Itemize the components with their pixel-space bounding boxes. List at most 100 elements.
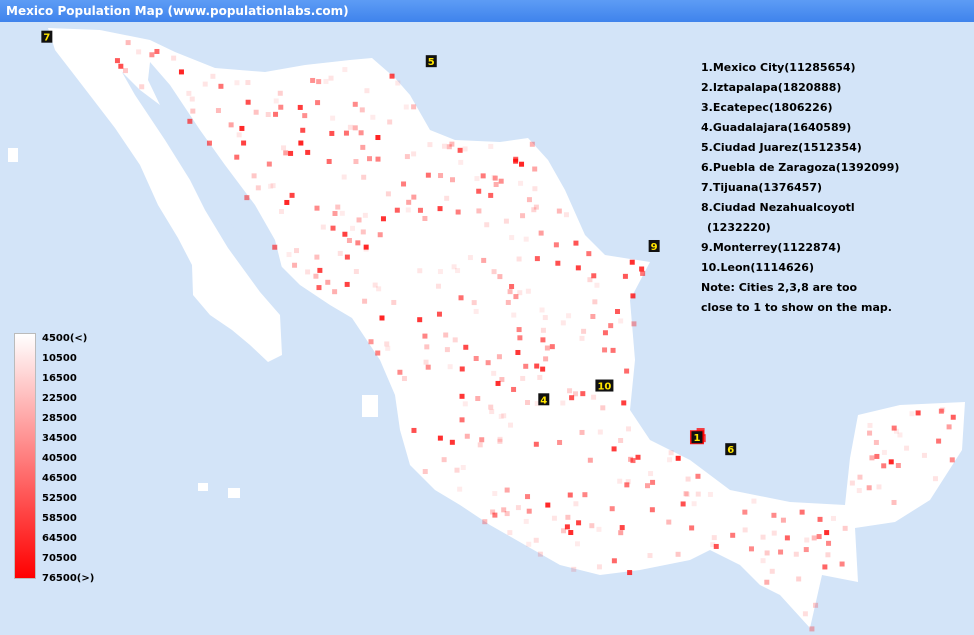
population-dot [648, 471, 654, 477]
population-dot [298, 140, 304, 146]
population-dot [332, 289, 338, 295]
population-dot [842, 525, 848, 531]
population-dot [804, 537, 810, 543]
population-dot [784, 535, 790, 541]
population-dot [425, 172, 431, 178]
population-dot [455, 268, 461, 274]
population-dot [498, 178, 504, 184]
population-dot [459, 393, 465, 399]
population-dot [518, 180, 524, 186]
population-dot [523, 518, 529, 524]
population-dot [799, 509, 805, 515]
population-dot [377, 232, 383, 238]
population-dot [497, 274, 503, 280]
population-dot [496, 354, 502, 360]
population-dot [406, 199, 412, 205]
population-dot [384, 341, 390, 347]
population-dot [618, 530, 624, 536]
population-dot [650, 479, 656, 485]
population-dot [215, 108, 221, 114]
population-dot [405, 207, 411, 213]
window-title: Mexico Population Map (www.populationlab… [0, 0, 974, 22]
population-dot [190, 108, 196, 114]
population-dot [511, 312, 517, 318]
population-dot [281, 145, 287, 151]
population-dot [857, 474, 863, 480]
population-dot [403, 104, 409, 110]
population-dot [626, 426, 632, 432]
population-dot [888, 459, 894, 465]
population-dot [447, 364, 453, 370]
population-dot [187, 118, 193, 124]
population-dot [516, 256, 522, 262]
population-dot [816, 534, 822, 540]
population-dot [358, 130, 364, 136]
population-dot [136, 49, 142, 55]
population-dot [611, 558, 617, 564]
population-dot [630, 293, 636, 299]
legend-color-ramp [14, 333, 36, 579]
population-dot [344, 254, 350, 260]
population-dot [417, 317, 423, 323]
population-dot [615, 309, 621, 315]
population-dot [294, 248, 300, 254]
map-note: close to 1 to show on the map. [701, 301, 892, 314]
legend-label: 10500 [42, 353, 77, 364]
population-dot [425, 364, 431, 370]
city-marker-7: 7 [41, 30, 53, 44]
population-dot [385, 191, 391, 197]
population-dot [695, 473, 701, 479]
population-dot [881, 449, 887, 455]
population-dot [273, 111, 279, 117]
population-dot [423, 359, 429, 365]
population-dot [278, 104, 284, 110]
population-dot [437, 206, 443, 212]
city-marker-6: 6 [725, 443, 737, 456]
population-dot [873, 439, 879, 445]
population-dot [460, 464, 466, 470]
population-dot [904, 445, 910, 451]
population-dot [545, 502, 551, 508]
population-dot [817, 516, 823, 522]
population-dot [114, 58, 120, 64]
population-dot [401, 376, 407, 382]
population-dot [573, 240, 579, 246]
population-dot [508, 422, 514, 428]
population-dot [344, 281, 350, 287]
population-dot [856, 488, 862, 494]
population-dot [337, 250, 343, 256]
population-dot [459, 366, 465, 372]
city-list-item: 10.Leon(1114626) [701, 261, 814, 274]
population-dot [532, 186, 538, 192]
population-dot [707, 491, 713, 497]
population-dot [867, 422, 873, 428]
population-dot [525, 399, 531, 405]
population-dot [218, 83, 224, 89]
population-dot [571, 566, 577, 572]
population-dot [380, 216, 386, 222]
population-dot [491, 370, 497, 376]
population-dot [266, 161, 272, 167]
population-dot [523, 236, 529, 242]
population-dot [385, 345, 391, 351]
population-dot [488, 404, 494, 410]
population-dot [278, 208, 284, 214]
population-dot [515, 505, 521, 511]
population-dot [748, 546, 754, 552]
population-dot [277, 90, 283, 96]
city-list-item: 9.Monterrey(1122874) [701, 241, 841, 254]
population-dot [764, 550, 770, 556]
population-dot [938, 408, 944, 414]
population-dot [364, 88, 370, 94]
population-dot [602, 347, 608, 353]
population-dot [589, 523, 595, 529]
population-dot [531, 207, 537, 213]
city-marker-label: 4 [540, 395, 547, 406]
population-dot [540, 327, 546, 333]
population-dot [730, 532, 736, 538]
population-dot [520, 375, 526, 381]
population-dot [404, 154, 410, 160]
population-dot [122, 68, 128, 74]
population-dot [839, 561, 845, 567]
population-dot [830, 515, 836, 521]
